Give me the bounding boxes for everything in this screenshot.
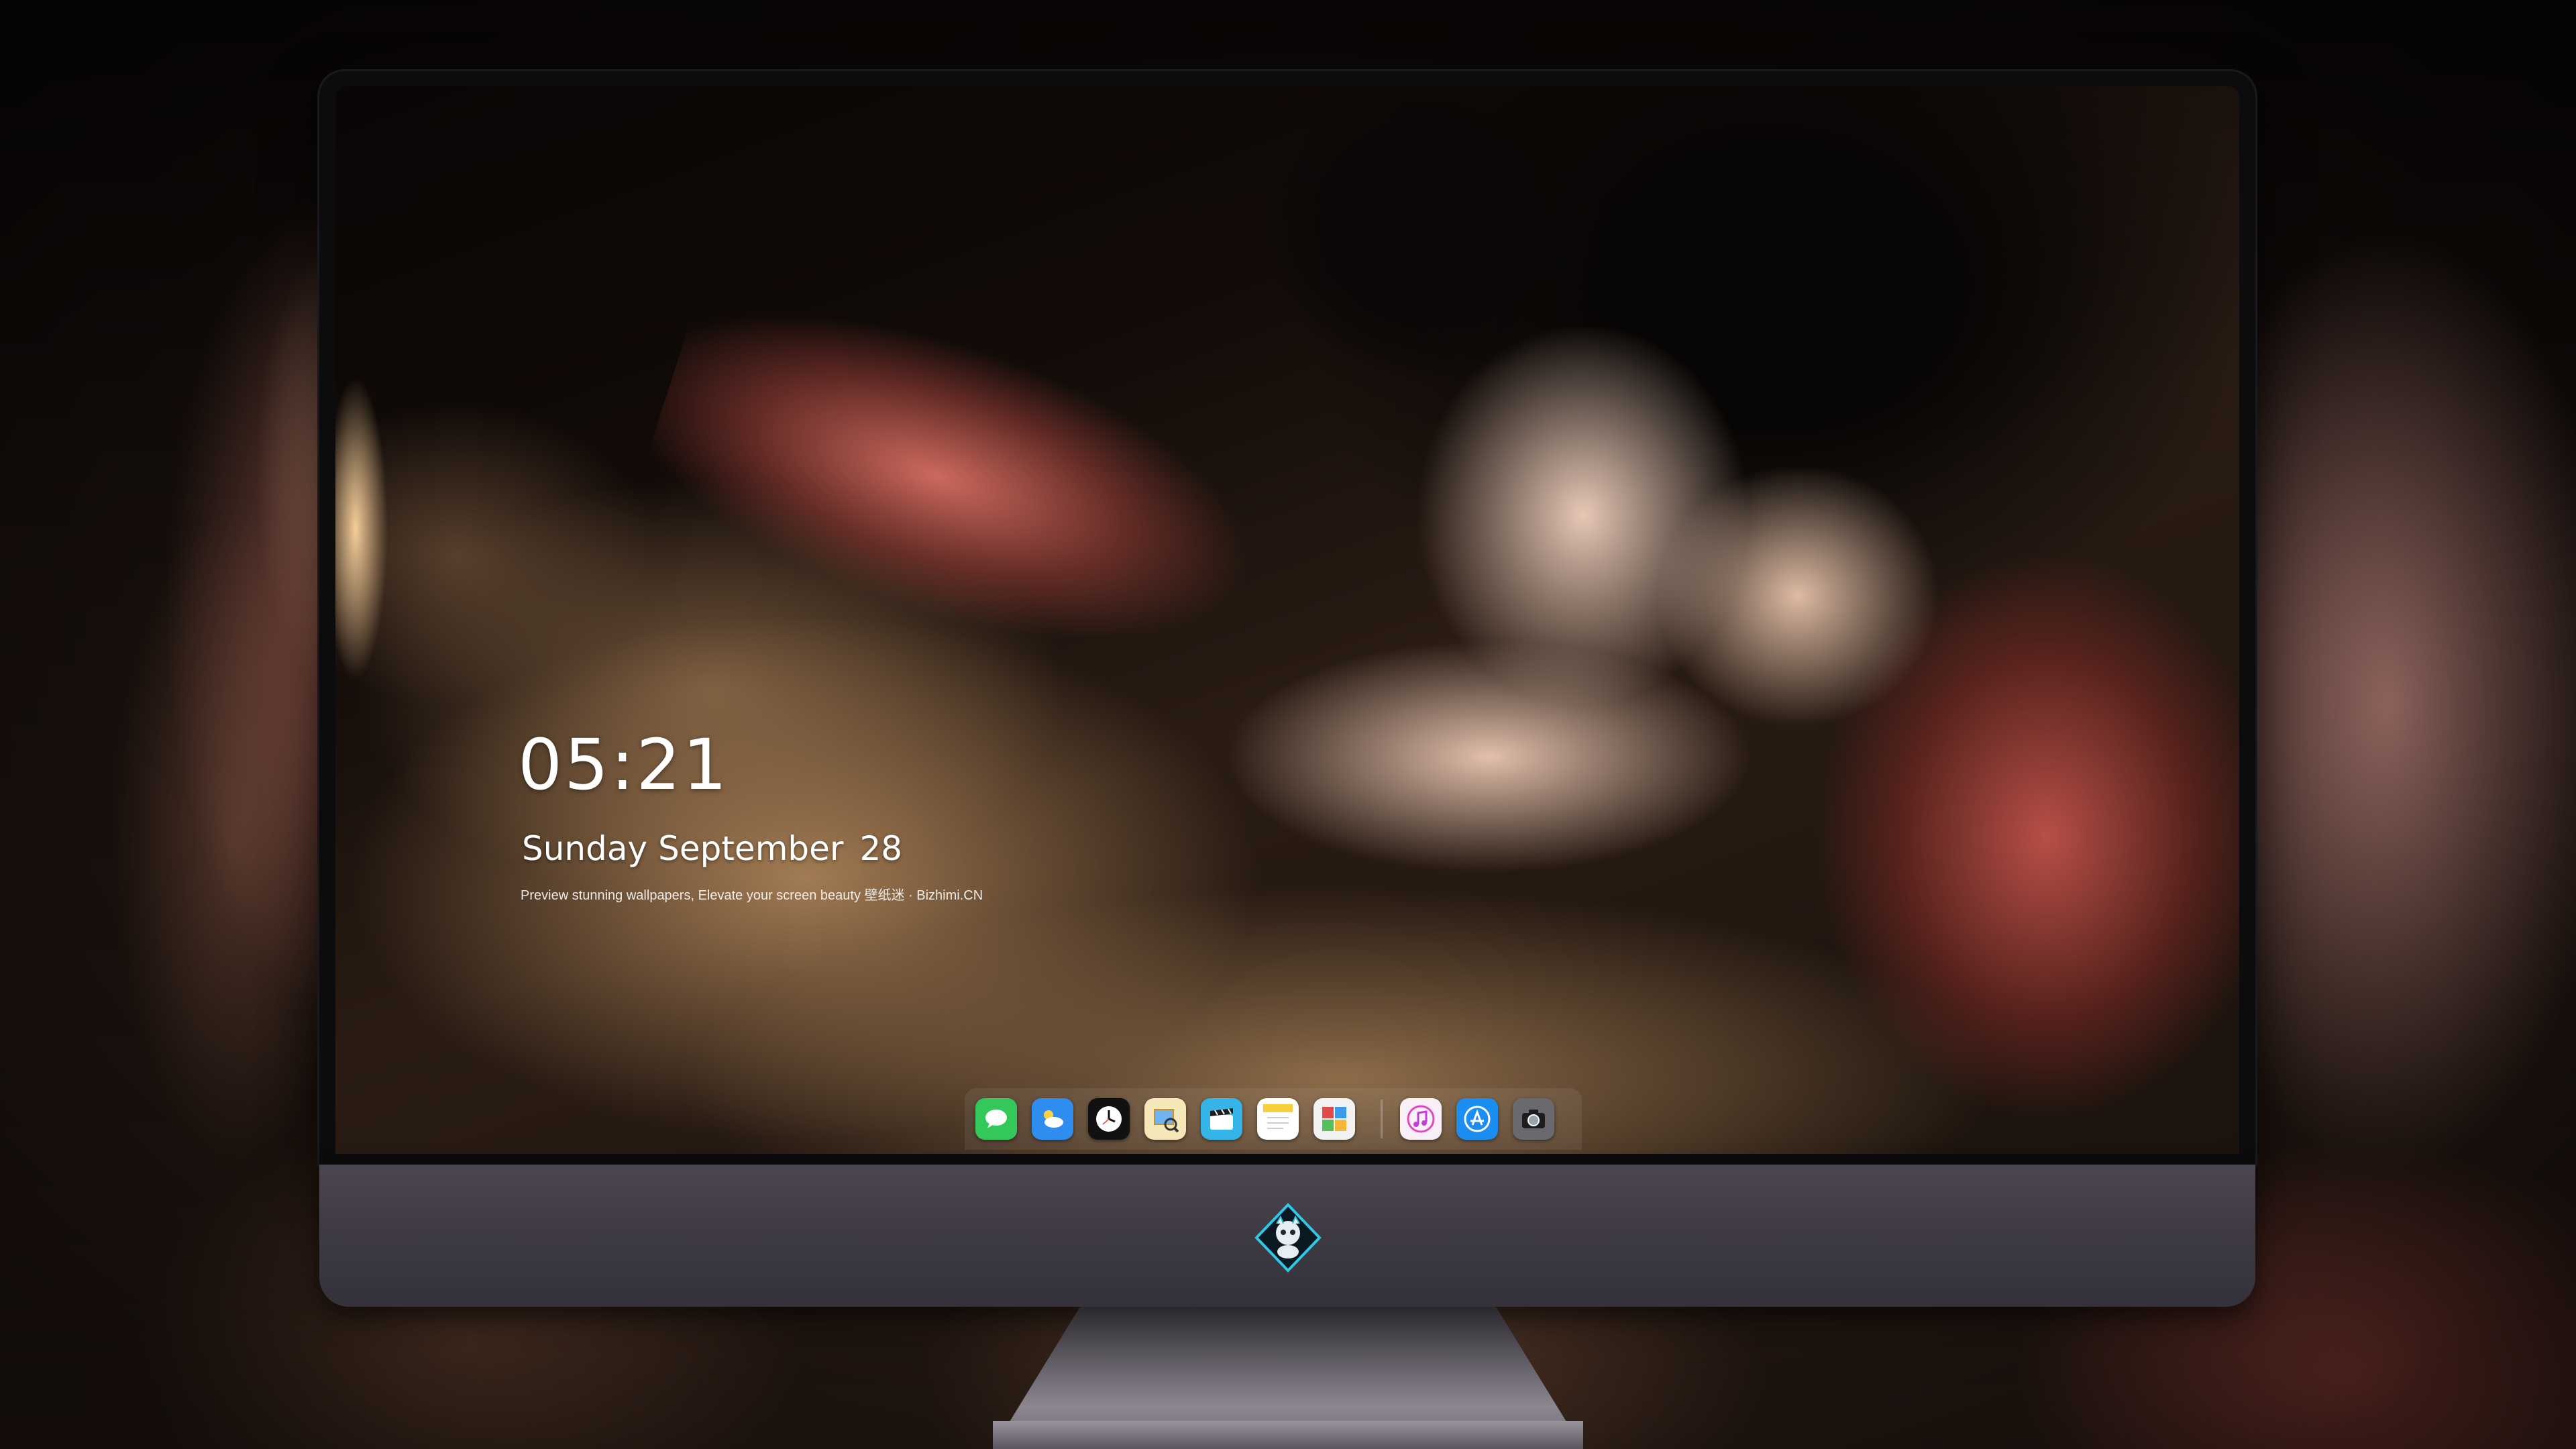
preview-icon bbox=[1154, 1109, 1179, 1133]
dock-item-photo-booth[interactable] bbox=[1313, 1098, 1355, 1140]
dock-item-preview[interactable] bbox=[1144, 1098, 1186, 1140]
dock-item-app-store[interactable] bbox=[1456, 1098, 1498, 1140]
dock bbox=[965, 1088, 1582, 1150]
dock-item-clips[interactable] bbox=[1201, 1098, 1242, 1140]
dock-item-weather[interactable] bbox=[1032, 1098, 1073, 1140]
clips-icon bbox=[1210, 1108, 1233, 1130]
clock-icon bbox=[1096, 1106, 1122, 1132]
date-day: 28 bbox=[859, 829, 903, 868]
brand-logo-icon bbox=[1254, 1203, 1322, 1273]
monitor-screen: 05:21 Sunday September 28 Preview stunning… bbox=[335, 86, 2239, 1154]
weather-icon bbox=[1044, 1110, 1063, 1128]
dock-item-notes[interactable] bbox=[1257, 1098, 1299, 1140]
date-month: September bbox=[658, 829, 844, 868]
photo-booth-icon bbox=[1322, 1107, 1346, 1131]
messages-icon bbox=[985, 1110, 1007, 1128]
lock-screen-clock: 05:21 bbox=[518, 724, 729, 806]
wallpaper-hair bbox=[1228, 86, 1630, 448]
dock-item-camera[interactable] bbox=[1513, 1098, 1554, 1140]
music-icon bbox=[1407, 1105, 1435, 1133]
app-store-icon bbox=[1464, 1106, 1491, 1132]
wallpaper-candle bbox=[335, 341, 402, 716]
dock-item-messages[interactable] bbox=[975, 1098, 1017, 1140]
dock-item-music[interactable] bbox=[1400, 1098, 1442, 1140]
wallpaper-tagline: Preview stunning wallpapers, Elevate you… bbox=[521, 888, 983, 903]
date-weekday: Sunday bbox=[522, 829, 648, 868]
notes-icon bbox=[1263, 1104, 1293, 1129]
camera-icon bbox=[1522, 1110, 1545, 1128]
lock-screen-date: Sunday September 28 bbox=[522, 829, 913, 868]
monitor-stand-base bbox=[993, 1421, 1583, 1449]
dock-item-clock[interactable] bbox=[1088, 1098, 1130, 1140]
dock-separator bbox=[1381, 1099, 1383, 1138]
